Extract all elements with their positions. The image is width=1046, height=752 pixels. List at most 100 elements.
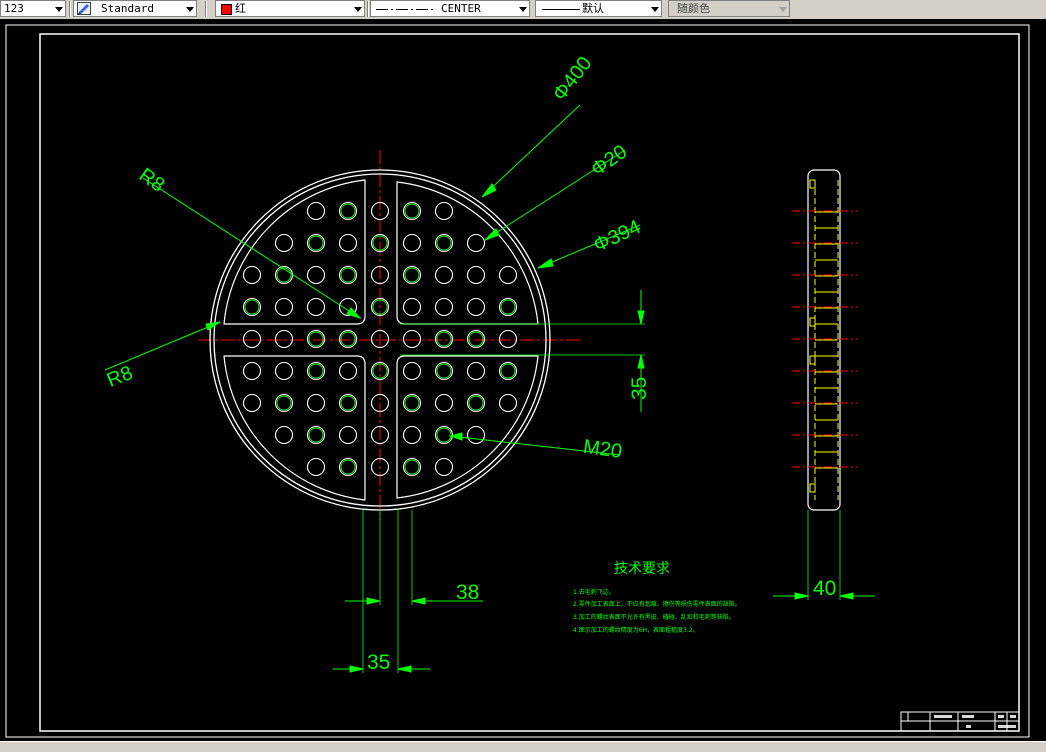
plate-hole xyxy=(434,329,454,349)
dim-hole-diameter: Φ20 xyxy=(587,141,631,181)
thread-circle xyxy=(244,299,260,315)
color-swatch xyxy=(221,4,232,15)
thread-circle xyxy=(404,395,420,411)
center-lines xyxy=(198,150,580,520)
linetype-combo[interactable]: CENTER xyxy=(370,0,530,17)
tech-req-title: 技术要求 xyxy=(614,561,670,577)
cad-drawing[interactable]: Φ400 Φ20 Φ394 R8 R8 35 38 35 M20 40 技术要求… xyxy=(0,19,1046,741)
thread-circle xyxy=(308,427,324,443)
thread-circle xyxy=(404,459,420,475)
text-height-value: 123 xyxy=(4,2,24,15)
status-bar xyxy=(0,741,1046,752)
dimension-lines xyxy=(104,104,875,673)
plate-hole xyxy=(306,201,326,221)
thread-circle xyxy=(468,331,484,347)
plate-hole xyxy=(498,265,518,285)
thread-circle xyxy=(436,427,452,443)
tech-req-item: 4.图示加工的螺纹精度为6H，表面粗糙度3.2。 xyxy=(573,626,699,634)
toolbar-separator xyxy=(367,1,369,17)
drawing-border-outer xyxy=(5,24,1030,738)
plate-hole xyxy=(338,201,358,221)
plate-hole xyxy=(306,425,326,445)
plate-hole xyxy=(466,361,486,381)
plate-hole xyxy=(466,425,486,445)
plate-hole xyxy=(434,297,454,317)
text-style-icon xyxy=(77,2,91,15)
plate-hole xyxy=(338,233,358,253)
thread-circle xyxy=(500,299,516,315)
chevron-down-icon[interactable] xyxy=(354,7,362,12)
dim-inner-diameter: Φ394 xyxy=(590,216,644,257)
thread-circle xyxy=(500,363,516,379)
chevron-down-icon xyxy=(779,7,787,12)
plate-hole xyxy=(434,425,454,445)
plate-hole xyxy=(466,233,486,253)
dim-thread: M20 xyxy=(582,436,624,463)
center-linetype-icon xyxy=(376,9,436,10)
chevron-down-icon[interactable] xyxy=(519,7,527,12)
lineweight-combo[interactable]: 默认 xyxy=(535,0,662,17)
plate-hole xyxy=(242,393,262,413)
color-value: 红 xyxy=(235,2,246,15)
plate-hole xyxy=(306,361,326,381)
chevron-down-icon[interactable] xyxy=(186,7,194,12)
dim-offset-38: 38 xyxy=(456,581,479,604)
thread-circle xyxy=(308,235,324,251)
plate-hole xyxy=(466,297,486,317)
chevron-down-icon[interactable] xyxy=(651,7,659,12)
plate-hole xyxy=(242,265,262,285)
plate-hole xyxy=(242,329,262,349)
plate-hole xyxy=(306,393,326,413)
plate-hole xyxy=(498,393,518,413)
plate-hole xyxy=(306,233,326,253)
text-style-combo[interactable]: Standard xyxy=(73,0,197,17)
plate-hole xyxy=(498,297,518,317)
thread-circle xyxy=(436,235,452,251)
plate-hole xyxy=(274,329,294,349)
toolbar-separator xyxy=(69,1,71,17)
linetype-value: CENTER xyxy=(441,2,481,15)
plate-hole xyxy=(434,233,454,253)
plate-hole xyxy=(242,361,262,381)
thread-circle xyxy=(404,203,420,219)
plate-hole xyxy=(434,457,454,477)
thread-circle xyxy=(468,395,484,411)
text-height-combo[interactable]: 123 xyxy=(0,0,66,17)
dim-gap-vertical: 35 xyxy=(628,377,651,400)
color-combo[interactable]: 红 xyxy=(215,0,365,17)
tech-req-item: 3.加工的螺纹表面不允许有黑皮、磕碰、乱扣和毛刺等缺陷。 xyxy=(573,613,735,621)
plate-hole xyxy=(466,329,486,349)
thread-circle xyxy=(276,395,292,411)
plate-hole xyxy=(498,329,518,349)
chevron-down-icon[interactable] xyxy=(55,7,63,12)
plate-hole xyxy=(402,329,422,349)
dim-gap-horizontal: 35 xyxy=(367,651,390,674)
thread-circle xyxy=(308,331,324,347)
plate-hole xyxy=(274,297,294,317)
plate-hole xyxy=(402,457,422,477)
thread-circle xyxy=(276,267,292,283)
plate-hole xyxy=(338,425,358,445)
plate-hole xyxy=(434,393,454,413)
plate-hole xyxy=(466,393,486,413)
plate-hole xyxy=(306,265,326,285)
hidden-slot xyxy=(809,179,816,189)
plate-hole xyxy=(274,393,294,413)
drawing-canvas[interactable]: Φ400 Φ20 Φ394 R8 R8 35 38 35 M20 40 技术要求… xyxy=(0,19,1046,741)
plate-hole xyxy=(306,329,326,349)
dim-radius-left: R8 xyxy=(104,362,136,392)
plate-hole xyxy=(306,297,326,317)
thread-circle xyxy=(308,363,324,379)
hidden-slot xyxy=(809,317,816,327)
thread-circle xyxy=(436,331,452,347)
lineweight-value: 默认 xyxy=(582,2,604,15)
dim-radius-top: R8 xyxy=(135,164,169,197)
plate-hole xyxy=(402,201,422,221)
plate-hole xyxy=(402,393,422,413)
plate-hole xyxy=(434,361,454,381)
tech-req-item: 1.去毛刺飞边。 xyxy=(573,588,615,596)
thread-circle xyxy=(404,267,420,283)
properties-toolbar: 123 Standard 红 CENTER 默认 随颜色 xyxy=(0,0,1046,20)
plot-style-combo[interactable]: 随颜色 xyxy=(668,0,790,17)
text-style-value: Standard xyxy=(101,2,154,15)
